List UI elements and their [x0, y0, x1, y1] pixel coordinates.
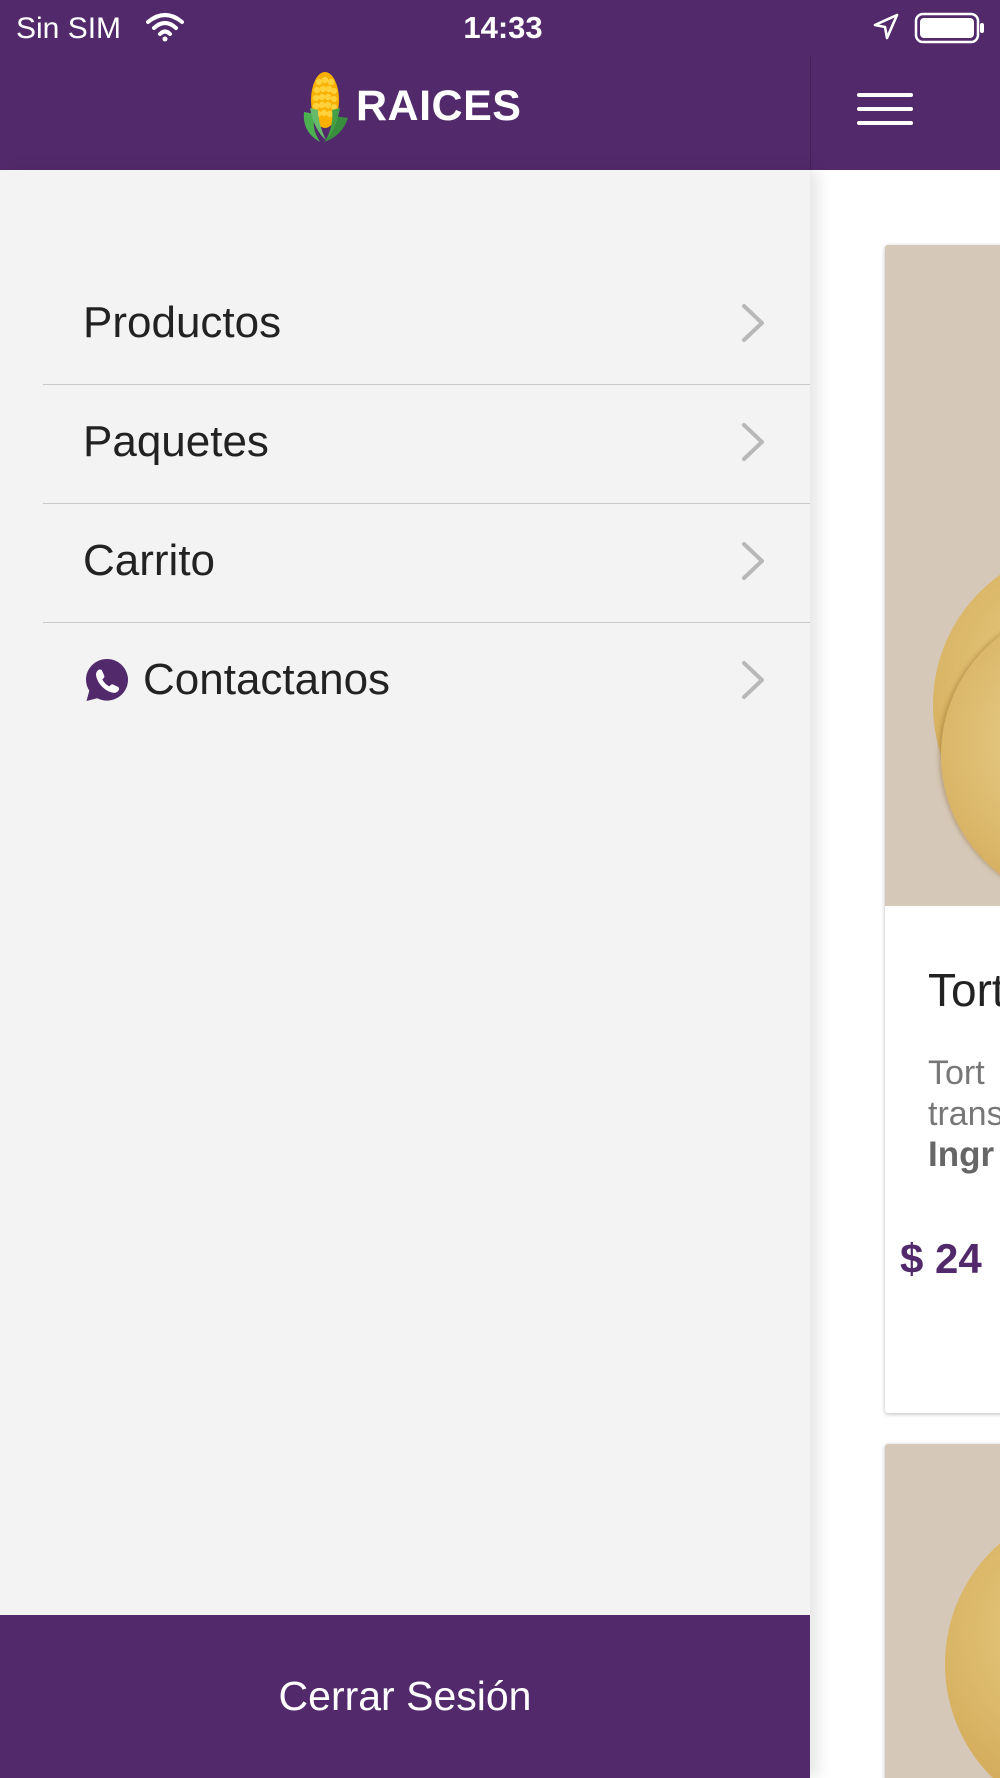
chevron-right-icon — [742, 542, 764, 580]
menu-item-label: Carrito — [83, 535, 216, 585]
menu-item-productos[interactable]: Productos — [43, 266, 810, 385]
product-description-line: Tort — [928, 1054, 985, 1092]
side-drawer: Productos Paquetes Carrito Contactanos C… — [0, 170, 810, 1778]
status-bar: Sin SIM 14:33 — [0, 0, 1000, 56]
product-list[interactable]: Tort Tort trans Ingr $ 24 — [810, 170, 1000, 1778]
product-image — [885, 245, 1000, 906]
menu-bar — [857, 107, 913, 111]
menu-item-paquetes[interactable]: Paquetes — [43, 385, 810, 504]
product-card[interactable]: Tort Tort trans Ingr $ 24 — [885, 245, 1000, 1413]
clock: 14:33 — [463, 10, 543, 45]
drawer-header: RAICES — [0, 56, 810, 170]
whatsapp-icon — [86, 658, 128, 701]
battery-icon — [914, 12, 984, 44]
menu-item-label: Contactanos — [143, 654, 391, 704]
menu-item-contactanos-content: Contactanos — [83, 623, 390, 736]
product-card[interactable] — [885, 1444, 1000, 1778]
header-divider — [810, 56, 811, 170]
product-description-line: trans — [928, 1095, 1000, 1133]
corn-icon — [303, 72, 348, 142]
brand-name: RAICES — [356, 81, 522, 130]
hamburger-menu-icon[interactable] — [850, 78, 920, 140]
tortilla-image — [945, 1504, 1000, 1778]
product-title: Tort — [928, 964, 1000, 1016]
product-ingredients-label: Ingr — [928, 1135, 995, 1174]
logout-button[interactable]: Cerrar Sesión — [0, 1615, 810, 1778]
product-price: $ 24 — [900, 1235, 982, 1282]
chevron-right-icon — [742, 661, 764, 699]
drawer-menu: Productos Paquetes Carrito Contactanos — [0, 266, 810, 742]
menu-bar — [857, 121, 913, 125]
chevron-right-icon — [742, 304, 764, 342]
brand-logo: RAICES — [296, 66, 521, 146]
menu-item-label: Productos — [83, 297, 282, 347]
chevron-right-icon — [742, 423, 764, 461]
app-header: RAICES — [0, 56, 1000, 170]
menu-bar — [857, 93, 913, 97]
location-arrow-icon — [873, 13, 899, 40]
menu-item-label: Paquetes — [83, 416, 269, 466]
menu-item-carrito[interactable]: Carrito — [43, 504, 810, 623]
menu-item-contactanos[interactable]: Contactanos — [43, 623, 810, 742]
